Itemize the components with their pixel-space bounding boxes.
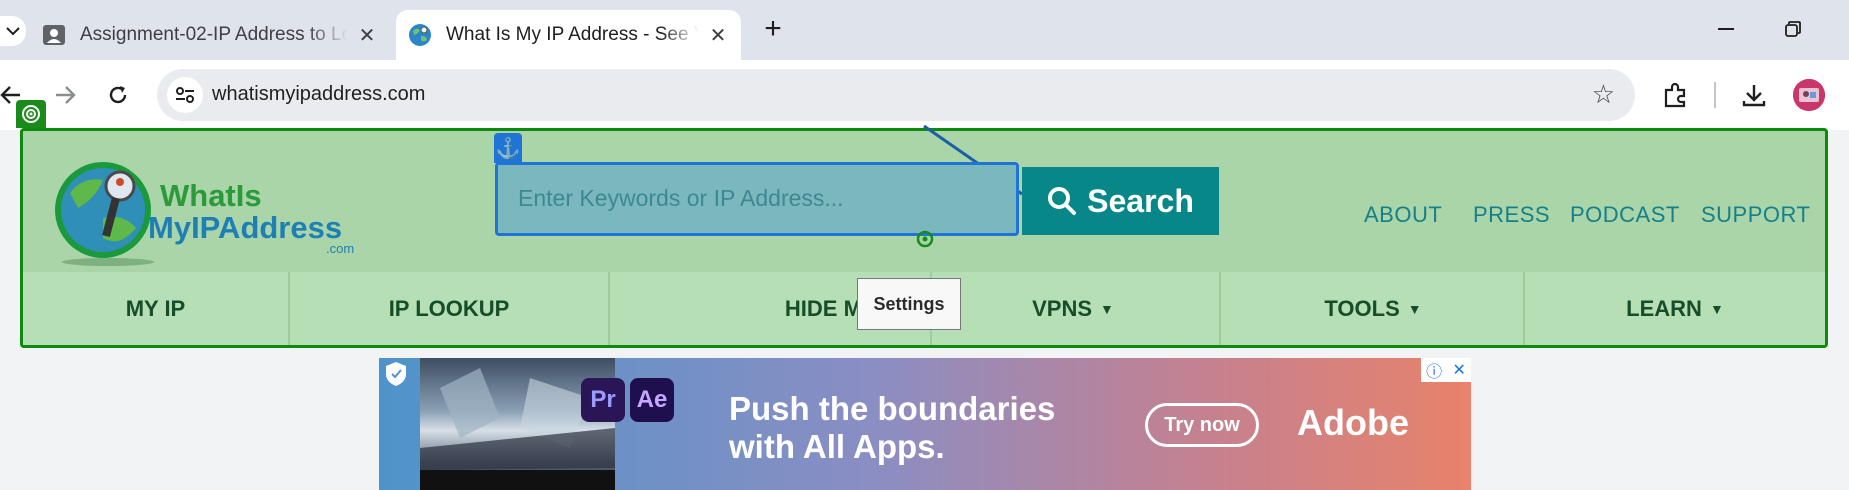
site-info-button[interactable] bbox=[167, 77, 203, 113]
tab-title: What Is My IP Address - See Yo bbox=[446, 24, 699, 45]
tab-title: Assignment-02-IP Address to Lo bbox=[80, 24, 348, 45]
browser-toolbar: whatismyipaddress.com ☆ bbox=[0, 60, 1849, 130]
crosshair-icon bbox=[916, 230, 934, 248]
url-text[interactable]: whatismyipaddress.com bbox=[212, 83, 425, 106]
classroom-favicon-icon bbox=[43, 25, 65, 45]
search-button-label: Search bbox=[1087, 182, 1194, 219]
search-icon bbox=[1048, 187, 1077, 215]
ad-headline-line1: Push the boundaries bbox=[729, 390, 1056, 427]
dropdown-caret-icon: ▼ bbox=[1709, 300, 1724, 317]
ad-try-now-button[interactable]: Try now bbox=[1145, 403, 1259, 447]
nav-label: MY IP bbox=[125, 295, 186, 321]
nav-link-about[interactable]: ABOUT bbox=[1364, 202, 1442, 228]
after-effects-app-icon: Ae bbox=[630, 378, 674, 422]
downloads-button[interactable] bbox=[1737, 78, 1771, 112]
nav-item-tools[interactable]: TOOLS ▼ bbox=[1221, 272, 1525, 345]
target-icon bbox=[22, 105, 40, 123]
nav-item-ip-lookup[interactable]: IP LOOKUP bbox=[290, 272, 608, 345]
restore-icon bbox=[1785, 21, 1801, 37]
nav-label: LEARN bbox=[1626, 295, 1702, 321]
address-bar[interactable]: whatismyipaddress.com ☆ bbox=[157, 69, 1635, 121]
nav-link-support[interactable]: SUPPORT bbox=[1701, 202, 1810, 228]
ad-headline-line2: with All Apps. bbox=[729, 428, 945, 465]
avatar-image-icon bbox=[1793, 79, 1825, 111]
minimize-icon bbox=[1718, 28, 1734, 30]
ad-headline: Push the boundaries with All Apps. bbox=[729, 390, 1055, 466]
ad-info-bar: ⓘ ✕ bbox=[1421, 358, 1471, 382]
nav-item-vpns[interactable]: VPNS ▼ bbox=[932, 272, 1214, 345]
logo-globe-icon: WhatIs MyIPAddress .com bbox=[55, 162, 354, 266]
search-button[interactable]: Search bbox=[1022, 167, 1219, 235]
logo-line2: MyIPAddress bbox=[148, 210, 342, 245]
after-effects-label: Ae bbox=[636, 386, 668, 413]
ad-choices-shield-icon bbox=[386, 362, 406, 386]
dropdown-caret-icon: ▼ bbox=[1407, 300, 1422, 317]
nav-link-podcast[interactable]: PODCAST bbox=[1570, 202, 1680, 228]
new-tab-button[interactable]: + bbox=[758, 12, 788, 45]
dropdown-caret-icon: ▼ bbox=[1100, 300, 1114, 317]
tab-strip: Assignment-02-IP Address to Lo ✕ What Is… bbox=[0, 0, 1849, 60]
chevron-down-icon bbox=[6, 27, 20, 36]
toolbar-separator bbox=[1714, 82, 1716, 108]
nav-item-my-ip[interactable]: MY IP bbox=[23, 272, 288, 345]
extensions-button[interactable] bbox=[1659, 78, 1693, 112]
tab-search-button[interactable] bbox=[0, 16, 26, 46]
puzzle-icon bbox=[1664, 82, 1686, 108]
minimize-button[interactable] bbox=[1706, 14, 1746, 44]
search-input[interactable]: Enter Keywords or IP Address... bbox=[495, 162, 1019, 236]
tab-assignment[interactable]: Assignment-02-IP Address to Lo ✕ bbox=[30, 10, 390, 60]
tab-whatismyip[interactable]: What Is My IP Address - See Yo ✕ bbox=[396, 10, 741, 60]
nav-link-press[interactable]: PRESS bbox=[1473, 202, 1550, 228]
anchor-icon: ⚓ bbox=[494, 133, 522, 163]
forward-button[interactable] bbox=[50, 80, 80, 110]
bookmark-star-icon[interactable]: ☆ bbox=[1592, 79, 1615, 110]
nav-label: IP LOOKUP bbox=[388, 295, 510, 321]
ad-banner[interactable]: Pr Ae Push the boundaries with All Apps.… bbox=[379, 358, 1471, 490]
reload-icon bbox=[109, 86, 127, 104]
close-tab-icon[interactable]: ✕ bbox=[707, 24, 729, 47]
element-marker-icon bbox=[16, 100, 46, 128]
ad-info-icon[interactable]: ⓘ bbox=[1426, 358, 1442, 382]
profile-avatar[interactable] bbox=[1793, 79, 1825, 111]
forward-arrow-icon bbox=[56, 86, 76, 104]
ad-close-icon[interactable]: ✕ bbox=[1452, 360, 1465, 380]
close-tab-icon[interactable]: ✕ bbox=[356, 24, 378, 47]
download-icon bbox=[1742, 85, 1766, 107]
logo-line3: .com bbox=[326, 241, 354, 256]
premiere-app-icon: Pr bbox=[581, 378, 625, 422]
settings-tooltip: Settings bbox=[857, 278, 961, 330]
reload-button[interactable] bbox=[103, 80, 133, 110]
search-placeholder: Enter Keywords or IP Address... bbox=[518, 185, 844, 211]
tune-icon bbox=[176, 87, 194, 103]
globe-favicon-icon bbox=[409, 24, 431, 46]
restore-button[interactable] bbox=[1773, 14, 1813, 44]
premiere-label: Pr bbox=[590, 386, 616, 413]
site-logo[interactable]: WhatIs MyIPAddress .com bbox=[48, 158, 354, 266]
nav-item-learn[interactable]: LEARN ▼ bbox=[1525, 272, 1825, 345]
ad-brand: Adobe bbox=[1297, 402, 1409, 443]
logo-line1: WhatIs bbox=[160, 178, 262, 213]
nav-label: VPNS bbox=[1032, 295, 1093, 321]
nav-label: TOOLS bbox=[1324, 295, 1400, 321]
